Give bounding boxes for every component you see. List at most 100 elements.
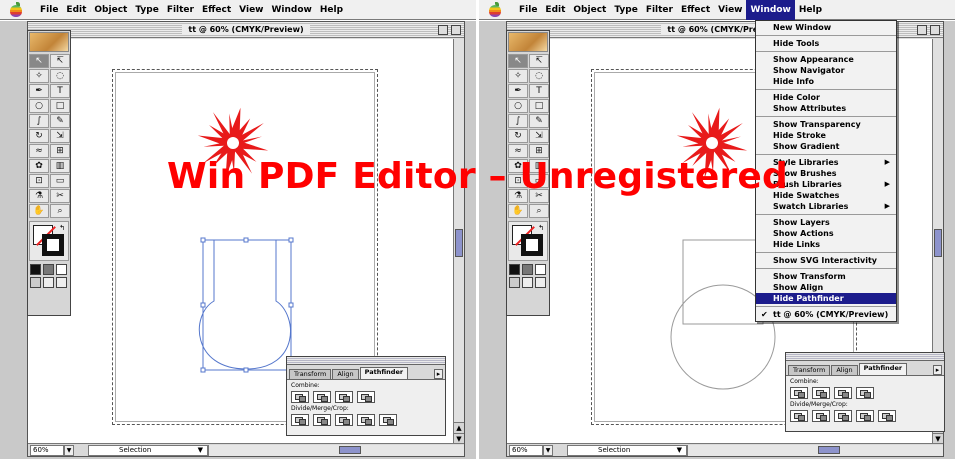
- zoom-tool-icon[interactable]: ⌕: [529, 204, 549, 218]
- standard-screen-mode-icon[interactable]: [30, 277, 41, 288]
- menu-edit[interactable]: Edit: [62, 0, 90, 20]
- scale-tool-icon[interactable]: ⇲: [529, 129, 549, 143]
- zoom-field[interactable]: 60%: [30, 444, 64, 456]
- standard-screen-mode-icon[interactable]: [509, 277, 520, 288]
- menu-filter[interactable]: Filter: [163, 0, 198, 20]
- menu-item-show-appearance[interactable]: Show Appearance: [756, 54, 896, 65]
- pen-tool-icon[interactable]: ✒: [508, 84, 528, 98]
- menu-window[interactable]: Window: [267, 0, 315, 20]
- crop-button[interactable]: [856, 410, 874, 422]
- pencil-tool-icon[interactable]: ✎: [529, 114, 549, 128]
- menu-file[interactable]: File: [36, 0, 62, 20]
- status-popup[interactable]: Selection ▼: [567, 444, 687, 456]
- full-screen-mode-icon[interactable]: [535, 277, 546, 288]
- menu-filter[interactable]: Filter: [642, 0, 677, 20]
- tab-transform[interactable]: Transform: [289, 369, 332, 379]
- merge-button[interactable]: [335, 414, 353, 426]
- vertical-scrollbar[interactable]: ▲ ▼: [453, 39, 464, 444]
- type-tool-icon[interactable]: T: [529, 84, 549, 98]
- rectangle-tool-icon[interactable]: □: [50, 99, 70, 113]
- menu-item-show-actions[interactable]: Show Actions: [756, 228, 896, 239]
- rotate-tool-icon[interactable]: ↻: [29, 129, 49, 143]
- menu-item-document-window[interactable]: ✔ tt @ 60% (CMYK/Preview): [756, 309, 896, 320]
- paintbrush-tool-icon[interactable]: ∫: [508, 114, 528, 128]
- menu-help[interactable]: Help: [316, 0, 347, 20]
- menu-type[interactable]: Type: [610, 0, 641, 20]
- gradient-mode-icon[interactable]: [522, 264, 533, 275]
- stroke-swatch[interactable]: [521, 234, 543, 256]
- horizontal-scrollbar[interactable]: [208, 444, 464, 456]
- scale-tool-icon[interactable]: ⇲: [50, 129, 70, 143]
- intersect-button[interactable]: [313, 391, 331, 403]
- menu-view[interactable]: View: [714, 0, 746, 20]
- minus-front-button[interactable]: [856, 387, 874, 399]
- menu-item-show-layers[interactable]: Show Layers: [756, 217, 896, 228]
- minus-front-button[interactable]: [357, 391, 375, 403]
- selection-tool-icon[interactable]: ↖: [29, 54, 49, 68]
- outline-button[interactable]: [878, 410, 896, 422]
- selection-tool-icon[interactable]: ↖: [508, 54, 528, 68]
- menu-item-hide-stroke[interactable]: Hide Stroke: [756, 130, 896, 141]
- magic-wand-tool-icon[interactable]: ✧: [508, 69, 528, 83]
- intersect-button[interactable]: [812, 387, 830, 399]
- zoom-dropdown-icon[interactable]: ▼: [64, 444, 74, 456]
- menu-item-show-transparency[interactable]: Show Transparency: [756, 119, 896, 130]
- full-screen-menu-mode-icon[interactable]: [522, 277, 533, 288]
- document-titlebar[interactable]: tt @ 60% (CMYK/Preview): [28, 22, 464, 38]
- zoom-dropdown-icon[interactable]: ▼: [543, 444, 553, 456]
- rectangle-tool-icon[interactable]: □: [529, 99, 549, 113]
- horizontal-scroll-thumb[interactable]: [339, 445, 361, 454]
- menu-item-show-navigator[interactable]: Show Navigator: [756, 65, 896, 76]
- menu-item-show-gradient[interactable]: Show Gradient: [756, 141, 896, 152]
- menu-item-new-window[interactable]: New Window: [756, 22, 896, 33]
- hand-tool-icon[interactable]: ✋: [29, 204, 49, 218]
- palette-menu-arrow-icon[interactable]: ▸: [933, 365, 942, 375]
- menu-item-show-align[interactable]: Show Align: [756, 282, 896, 293]
- divide-button[interactable]: [790, 410, 808, 422]
- crop-button[interactable]: [357, 414, 375, 426]
- color-mode-icon[interactable]: [509, 264, 520, 275]
- swap-arrow-icon[interactable]: ↰: [59, 224, 65, 232]
- ellipse-tool-icon[interactable]: ○: [508, 99, 528, 113]
- menu-effect[interactable]: Effect: [198, 0, 235, 20]
- lasso-tool-icon[interactable]: ◌: [529, 69, 549, 83]
- menu-file[interactable]: File: [515, 0, 541, 20]
- divide-button[interactable]: [291, 414, 309, 426]
- menu-item-hide-tools[interactable]: Hide Tools: [756, 38, 896, 49]
- tab-align[interactable]: Align: [831, 365, 858, 375]
- none-mode-icon[interactable]: [56, 264, 67, 275]
- menu-object[interactable]: Object: [569, 0, 610, 20]
- exclude-button[interactable]: [335, 391, 353, 403]
- menu-item-swatch-libraries[interactable]: Swatch Libraries ▶: [756, 201, 896, 212]
- menu-object[interactable]: Object: [90, 0, 131, 20]
- horizontal-scrollbar[interactable]: [687, 444, 943, 456]
- illustrator-logo-icon[interactable]: [29, 32, 69, 52]
- menu-item-hide-info[interactable]: Hide Info: [756, 76, 896, 87]
- full-screen-menu-mode-icon[interactable]: [43, 277, 54, 288]
- zoom-field[interactable]: 60%: [509, 444, 543, 456]
- rotate-tool-icon[interactable]: ↻: [508, 129, 528, 143]
- zoom-box-icon[interactable]: [438, 25, 448, 35]
- magic-wand-tool-icon[interactable]: ✧: [29, 69, 49, 83]
- menu-help[interactable]: Help: [795, 0, 826, 20]
- swap-arrow-icon[interactable]: ↰: [538, 224, 544, 232]
- fill-stroke-swatches[interactable]: ↰: [508, 221, 548, 261]
- menu-edit[interactable]: Edit: [541, 0, 569, 20]
- menu-item-show-svg-interactivity[interactable]: Show SVG Interactivity: [756, 255, 896, 266]
- palette-titlebar[interactable]: [287, 357, 445, 365]
- palette-titlebar[interactable]: [786, 353, 944, 361]
- fill-stroke-swatches[interactable]: ↰: [29, 221, 69, 261]
- collapse-box-icon[interactable]: [451, 25, 461, 35]
- collapse-box-icon[interactable]: [930, 25, 940, 35]
- menu-item-show-transform[interactable]: Show Transform: [756, 271, 896, 282]
- horizontal-scroll-thumb[interactable]: [818, 445, 840, 454]
- none-mode-icon[interactable]: [535, 264, 546, 275]
- tab-transform[interactable]: Transform: [788, 365, 831, 375]
- status-popup[interactable]: Selection ▼: [88, 444, 208, 456]
- menu-item-hide-links[interactable]: Hide Links: [756, 239, 896, 250]
- tab-align[interactable]: Align: [332, 369, 359, 379]
- hand-tool-icon[interactable]: ✋: [508, 204, 528, 218]
- full-screen-mode-icon[interactable]: [56, 277, 67, 288]
- zoom-box-icon[interactable]: [917, 25, 927, 35]
- menu-effect[interactable]: Effect: [677, 0, 714, 20]
